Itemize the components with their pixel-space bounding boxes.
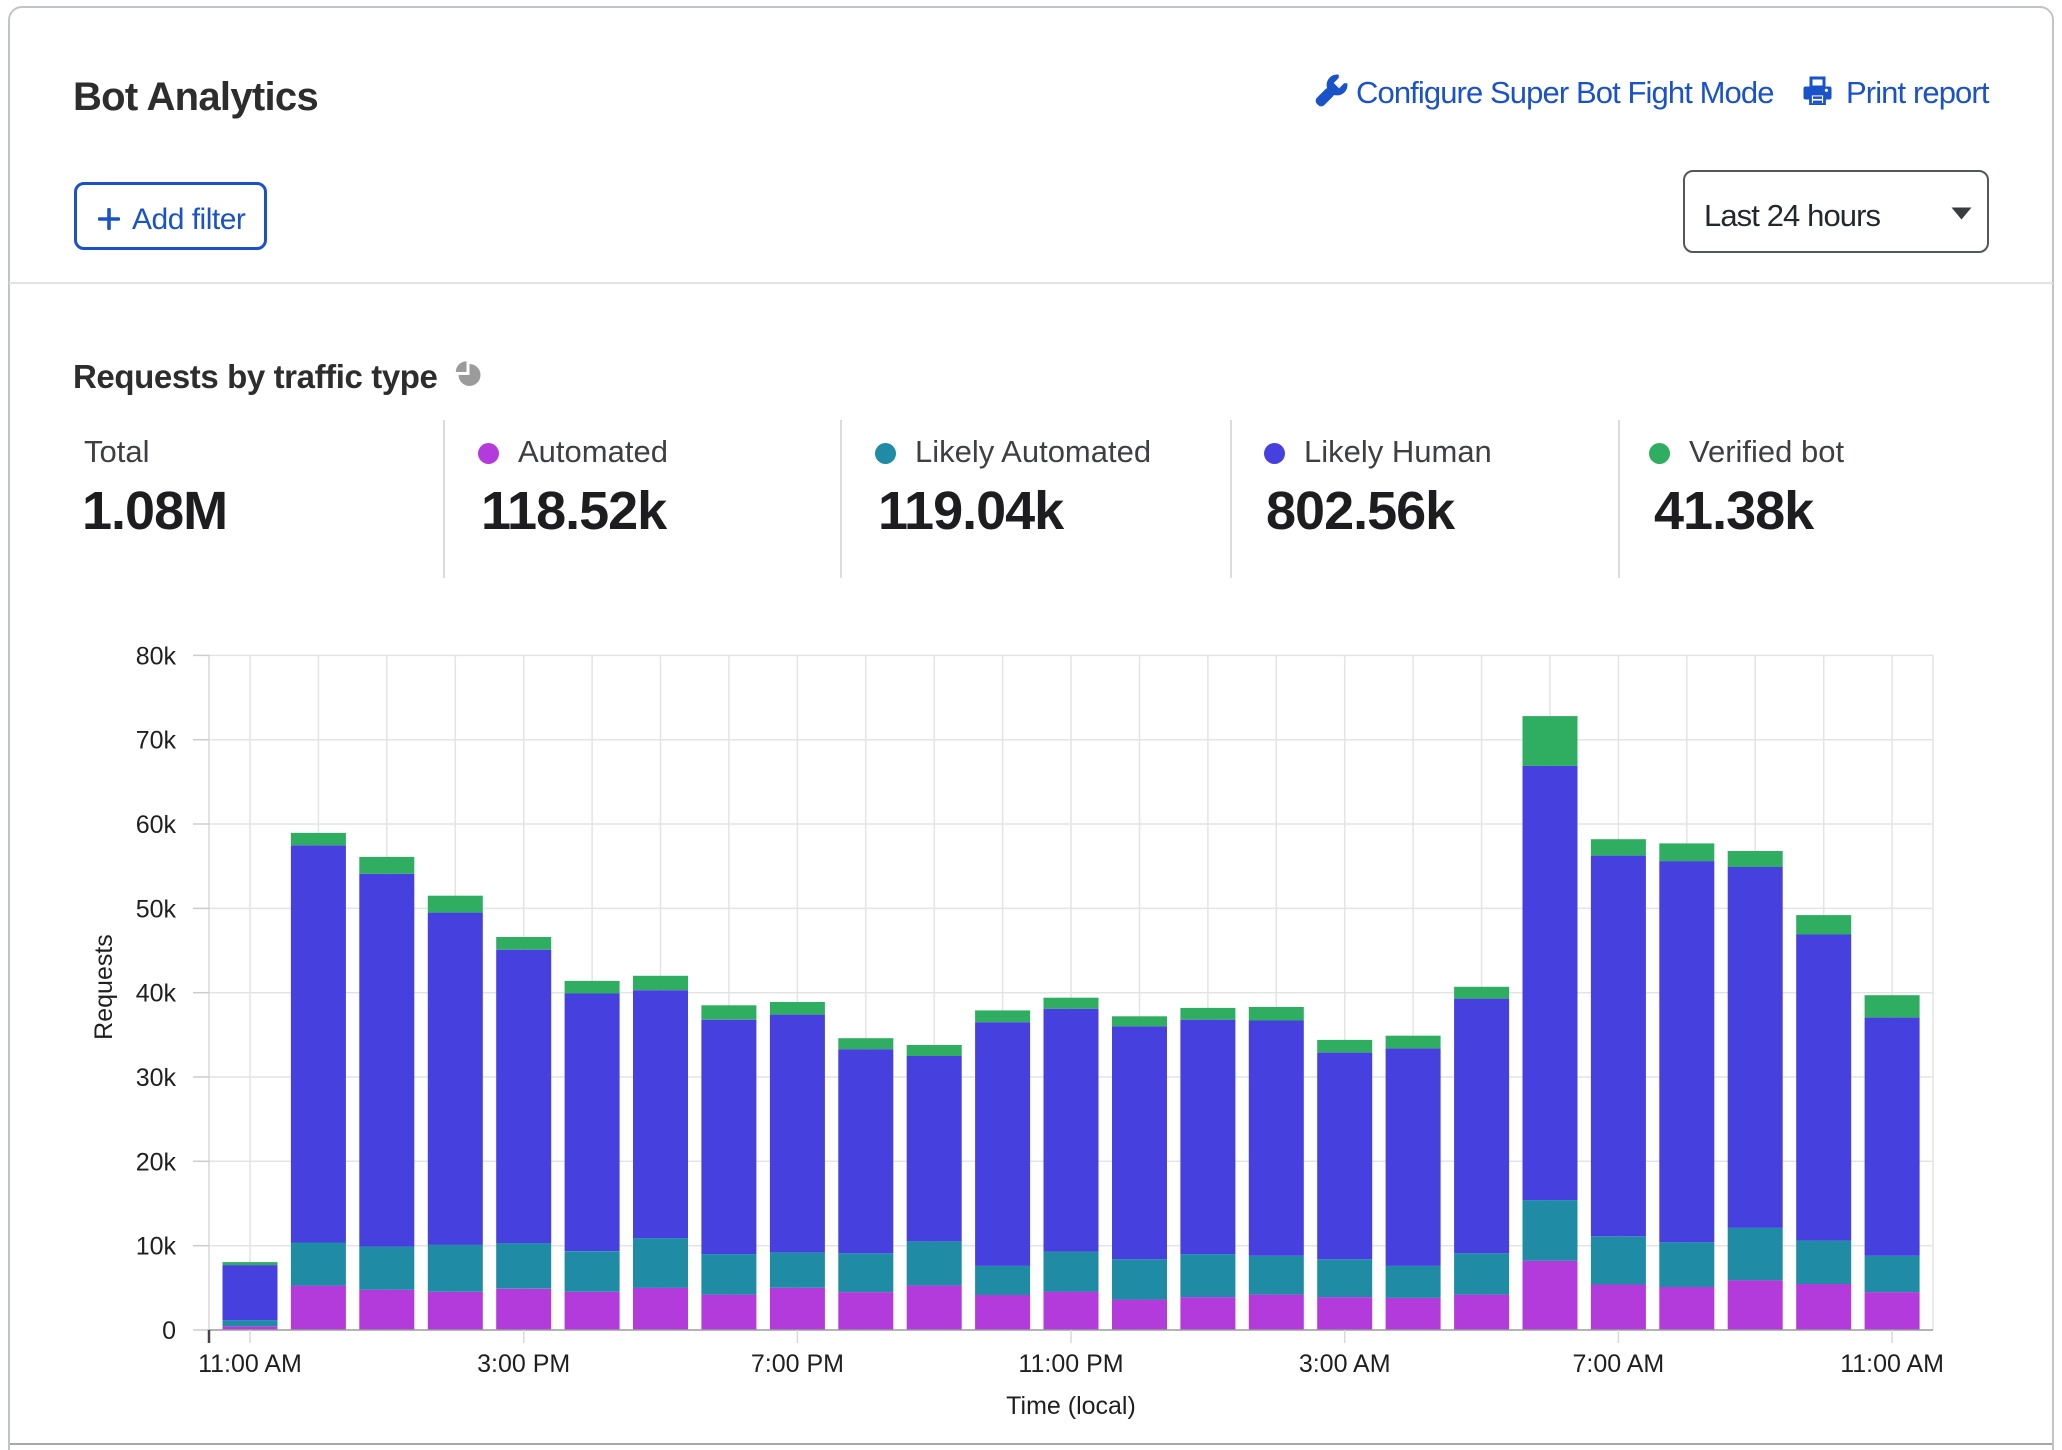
svg-text:3:00 PM: 3:00 PM bbox=[477, 1350, 570, 1378]
svg-text:11:00 AM: 11:00 AM bbox=[1840, 1350, 1944, 1378]
svg-text:Time (local): Time (local) bbox=[1006, 1392, 1136, 1420]
svg-text:10k: 10k bbox=[136, 1233, 177, 1261]
svg-text:60k: 60k bbox=[136, 811, 177, 839]
svg-text:20k: 20k bbox=[136, 1148, 177, 1176]
svg-text:30k: 30k bbox=[136, 1064, 177, 1092]
svg-text:11:00 PM: 11:00 PM bbox=[1018, 1350, 1123, 1378]
svg-text:40k: 40k bbox=[136, 980, 177, 1008]
svg-text:50k: 50k bbox=[136, 895, 177, 923]
svg-text:0: 0 bbox=[162, 1317, 176, 1345]
svg-text:11:00 AM: 11:00 AM bbox=[198, 1350, 302, 1378]
svg-text:80k: 80k bbox=[136, 642, 177, 670]
svg-text:7:00 PM: 7:00 PM bbox=[751, 1350, 844, 1378]
svg-text:Requests: Requests bbox=[90, 934, 118, 1040]
svg-text:3:00 AM: 3:00 AM bbox=[1299, 1350, 1391, 1378]
svg-text:70k: 70k bbox=[136, 727, 177, 755]
svg-text:7:00 AM: 7:00 AM bbox=[1573, 1350, 1665, 1378]
